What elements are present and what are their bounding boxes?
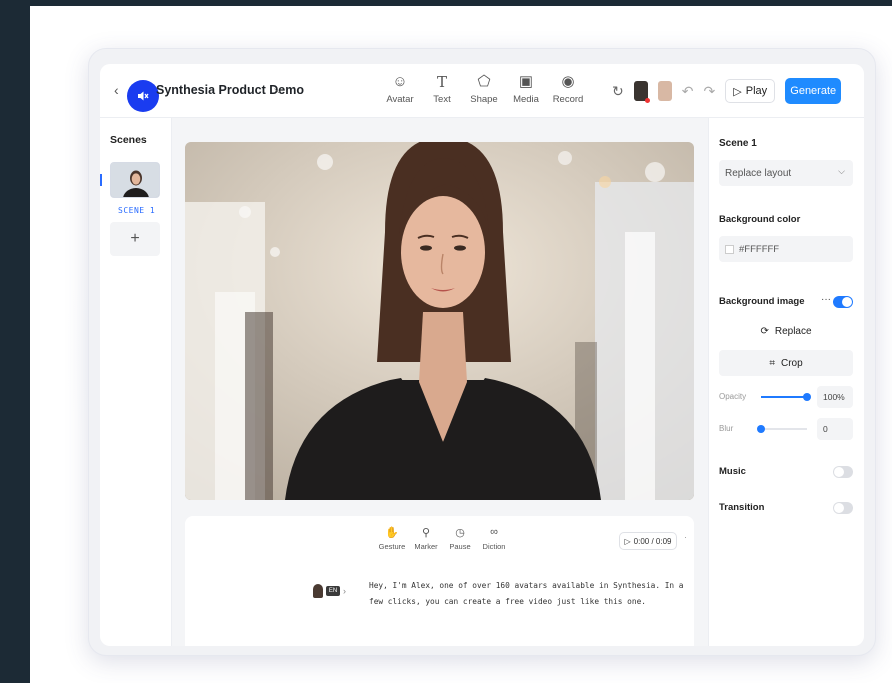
tool-media[interactable]: ▣ Media [512,72,540,105]
blur-value[interactable]: 0 [817,418,853,440]
background-color-field[interactable]: #FFFFFF [719,236,853,262]
record-icon: ◉ [561,73,575,90]
blur-slider[interactable] [757,425,807,433]
shape-icon: ⬠ [477,73,491,90]
page-top-strip [0,0,892,6]
back-chevron-icon[interactable]: ‹ [114,82,119,98]
voice-chevron-icon: › [343,586,346,596]
generate-button[interactable]: Generate [785,78,842,104]
background-image-toggle[interactable] [833,296,853,308]
insert-toolbar: ☺ Avatar T Text ⬠ Shape ▣ Media ◉ Record [386,72,584,105]
text-icon: T [436,73,447,91]
blur-slider-thumb[interactable] [757,425,765,433]
top-bar: ‹ Synthesia Product Demo ⌵ ☺ Avatar T Te… [100,64,864,118]
replace-image-button[interactable]: ⟳ Replace [719,318,853,344]
play-button[interactable]: ▷ Play [725,79,776,103]
editor-app: ‹ Synthesia Product Demo ⌵ ☺ Avatar T Te… [100,64,864,646]
tool-diction[interactable]: ∞ Diction [481,526,507,551]
scenes-panel: Scenes SCENE 1 + [100,118,172,646]
transition-toggle[interactable] [833,502,853,514]
blur-label: Blur [719,424,734,433]
diction-icon: ∞ [490,526,498,538]
opacity-slider-fill [761,396,807,398]
refresh-icon[interactable]: ↻ [612,83,624,100]
crop-icon: ⌗ [769,357,775,369]
avatar-collaborator-icon[interactable] [657,81,672,101]
tool-record[interactable]: ◉ Record [553,72,584,105]
add-scene-button[interactable]: + [110,222,160,256]
avatar-presenter-icon[interactable] [633,81,650,103]
redo-icon[interactable]: ↷ [703,83,715,100]
opacity-slider[interactable] [761,393,811,401]
transition-label: Transition [719,502,765,513]
mute-button[interactable] [127,80,159,112]
script-toolbar: ✋ Gesture ⚲ Marker ◷ Pause ∞ Diction [379,526,507,551]
speaker-muted-icon [138,91,149,101]
gesture-icon: ✋ [385,527,399,539]
project-menu-chevron-icon[interactable]: ⌵ [274,82,283,97]
scene-label: SCENE 1 [118,206,156,215]
voice-selector[interactable]: EN › [313,584,346,598]
opacity-label: Opacity [719,392,747,401]
marker-icon: ⚲ [421,527,431,539]
scene-thumbnail-avatar-icon [111,163,159,197]
scene-thumbnail[interactable] [110,162,160,198]
voice-avatar-icon [313,584,323,598]
replace-icon: ⟳ [760,325,769,337]
pause-clock-icon: ◷ [455,527,465,539]
tool-shape[interactable]: ⬠ Shape [470,72,498,105]
tool-gesture[interactable]: ✋ Gesture [379,526,406,551]
opacity-control: Opacity 100% [719,386,853,408]
page-left-strip [0,0,30,683]
avatar-video-frame [185,142,694,500]
tool-avatar[interactable]: ☺ Avatar [386,72,414,105]
scene-active-marker [100,174,102,186]
video-canvas[interactable] [185,142,694,500]
opacity-slider-thumb[interactable] [803,393,811,401]
play-icon: ▷ [733,85,742,98]
blur-control: Blur 0 [719,418,853,440]
layout-select[interactable]: Replace layout ⌵ [719,160,853,186]
color-swatch [725,244,734,254]
tool-pause[interactable]: ◷ Pause [447,526,473,551]
top-right-controls: ↻ ↶ ↷ ▷ Play Generate [612,78,842,104]
background-image-more-icon[interactable]: ··· [821,294,831,305]
properties-panel: Scene 1 Replace layout ⌵ Background colo… [708,118,864,646]
script-panel: ✋ Gesture ⚲ Marker ◷ Pause ∞ Diction ▷ 0… [185,516,694,646]
language-badge: EN [326,586,340,596]
media-icon: ▣ [518,73,534,90]
scenes-title: Scenes [110,134,147,146]
play-small-icon: ▷ [624,536,631,546]
script-more-icon[interactable]: · [684,532,687,542]
background-image-label: Background image [719,296,805,307]
chevron-down-icon: ⌵ [838,166,845,176]
tool-text[interactable]: T Text [428,72,456,105]
script-text[interactable]: Hey, I'm Alex, one of over 160 avatars a… [369,578,689,610]
music-toggle[interactable] [833,466,853,478]
music-label: Music [719,466,746,477]
background-color-label: Background color [719,214,801,225]
opacity-value[interactable]: 100% [817,386,853,408]
tool-marker[interactable]: ⚲ Marker [413,526,439,551]
undo-icon[interactable]: ↶ [682,83,694,100]
scene-properties-title: Scene 1 [719,138,757,149]
crop-image-button[interactable]: ⌗ Crop [719,350,853,376]
avatar-icon: ☺ [392,73,408,90]
preview-timer-button[interactable]: ▷ 0:00 / 0:09 [619,532,677,550]
